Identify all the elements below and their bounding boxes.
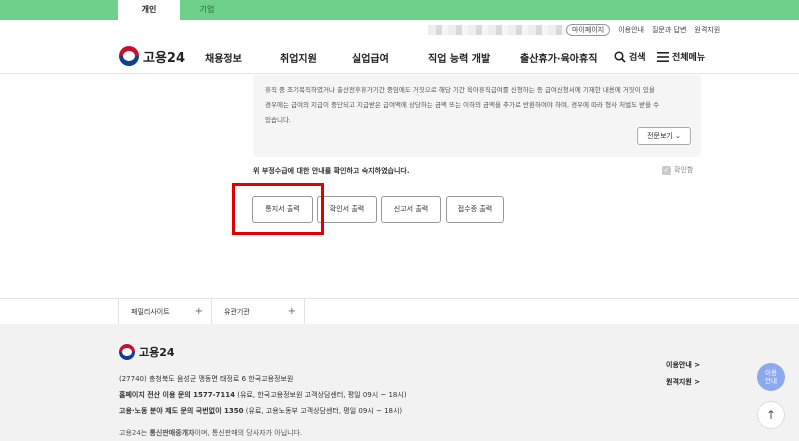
contact-it-label: 홈페이지 전산 이용 문의 1577-7114 <box>119 391 236 399</box>
contact-labor-label: 고용·노동 분야 제도 문의 국번없이 1350 <box>119 407 244 415</box>
remote-support-link[interactable]: 원격지원 <box>694 25 720 35</box>
all-menu-label: 전체메뉴 <box>672 53 706 63</box>
notice-line: 경우에는 급여의 지급이 중단되고 지급받은 급여액에 상당하는 금액 또는 이… <box>265 101 660 109</box>
family-sites-dropdown[interactable]: 패밀리사이트 + <box>118 299 212 325</box>
view-full-text-button[interactable]: 전문보기 ⌄ <box>637 127 691 145</box>
footer: 고용24 (27740) 충청북도 음성군 맹동면 태정로 6 한국고용정보원 … <box>0 324 799 441</box>
footer-logo-text: 고용24 <box>139 346 175 359</box>
site-logo[interactable]: 고용24 <box>119 46 185 66</box>
contact-it-detail: (유료, 한국고용정보원 고객상담센터, 평일 09시 ~ 18시) <box>235 391 407 399</box>
footer-contact-labor: 고용·노동 분야 제도 문의 국번없이 1350 (유료, 고용노동부 고객상담… <box>119 406 402 416</box>
qna-link[interactable]: 질문과 답변 <box>652 25 686 35</box>
print-confirmation-button[interactable]: 확인서 출력 <box>317 196 377 223</box>
menu-maternity-parental-leave[interactable]: 출산휴가·육아휴직 <box>520 50 597 65</box>
disclaimer-post: 이며, 통신판매의 당사자가 아닙니다. <box>194 429 303 437</box>
guide-link[interactable]: 이용안내 <box>618 25 644 35</box>
disclaimer-bold: 통신판매중개자 <box>149 429 195 437</box>
scroll-top-button[interactable]: ↑ <box>757 401 785 429</box>
search-icon <box>614 50 626 63</box>
view-full-text-label: 전문보기 <box>647 132 673 140</box>
usage-guide-label: 이용 안내 <box>765 369 777 385</box>
plus-icon: + <box>287 306 296 317</box>
confirm-checkbox-label: 확인함 <box>674 166 694 174</box>
disclaimer-pre: 고용24는 <box>119 429 150 437</box>
plus-icon: + <box>194 306 203 317</box>
all-menu-button[interactable]: 전체메뉴 <box>657 50 705 63</box>
related-orgs-dropdown[interactable]: 유관기관 + <box>211 299 305 325</box>
footer-remote-link[interactable]: 원격지원 > <box>666 377 700 387</box>
menu-job-info[interactable]: 채용정보 <box>205 50 242 65</box>
arrow-up-icon: ↑ <box>765 408 777 422</box>
footer-guide-link[interactable]: 이용안내 > <box>666 360 700 370</box>
family-sites-label: 패밀리사이트 <box>131 308 170 316</box>
confirm-checkbox[interactable]: ✓ 확인함 <box>662 165 693 175</box>
fraud-notice-panel: 휴직 중 조기복직하였거나 출산전후휴가기간 중임에도 거짓으로 해당 기간 육… <box>253 75 701 157</box>
blurred-user-info <box>428 25 568 35</box>
print-report-button[interactable]: 신고서 출력 <box>381 196 441 223</box>
family-site-bar: 패밀리사이트 + 유관기관 + <box>0 298 799 325</box>
menu-vocational-training[interactable]: 직업 능력 개발 <box>428 50 490 65</box>
footer-contact-it: 홈페이지 전산 이용 문의 1577-7114 (유료, 한국고용정보원 고객상… <box>119 390 407 400</box>
tab-individual[interactable]: 개인 <box>118 0 180 20</box>
footer-logo: 고용24 <box>119 344 175 360</box>
main-navigation: 고용24 채용정보 취업지원 실업급여 직업 능력 개발 출산휴가·육아휴직 검… <box>0 40 799 74</box>
government-emblem-icon <box>119 344 135 360</box>
utility-links: 마이페이지 이용안내 질문과 답변 원격지원 <box>566 24 728 36</box>
notice-line: 있습니다. <box>265 116 291 124</box>
logo-text: 고용24 <box>143 50 186 66</box>
search-label: 검색 <box>629 53 646 63</box>
contact-labor-detail: (유료, 고용노동부 고객상담센터, 평일 09시 ~ 18시) <box>243 407 403 415</box>
footer-address: (27740) 충청북도 음성군 맹동면 태정로 6 한국고용정보원 <box>119 375 294 383</box>
print-receipt-button[interactable]: 접수증 출력 <box>446 196 504 223</box>
related-orgs-label: 유관기관 <box>224 308 250 316</box>
mypage-link[interactable]: 마이페이지 <box>566 24 611 36</box>
hamburger-icon <box>657 51 669 62</box>
confirmation-statement: 위 부정수급에 대한 안내를 확인하고 숙지하였습니다. <box>253 167 410 175</box>
notice-line: 휴직 중 조기복직하였거나 출산전후휴가기간 중임에도 거짓으로 해당 기간 육… <box>265 86 655 94</box>
checkbox-checked-icon: ✓ <box>662 165 671 175</box>
menu-unemployment-benefit[interactable]: 실업급여 <box>352 50 389 65</box>
menu-employment-support[interactable]: 취업지원 <box>280 50 317 65</box>
highlight-box <box>232 183 324 235</box>
footer-disclaimer: 고용24는 통신판매중개자이며, 통신판매의 당사자가 아닙니다. <box>119 428 302 438</box>
tab-company[interactable]: 기업 <box>176 0 238 20</box>
fraud-notice-text: 휴직 중 조기복직하였거나 출산전후휴가기간 중임에도 거짓으로 해당 기간 육… <box>265 83 693 128</box>
government-emblem-icon <box>119 46 139 66</box>
chevron-down-icon: ⌄ <box>675 132 681 140</box>
search-button[interactable]: 검색 <box>614 50 646 63</box>
usage-guide-floating-button[interactable]: 이용 안내 <box>757 363 785 391</box>
